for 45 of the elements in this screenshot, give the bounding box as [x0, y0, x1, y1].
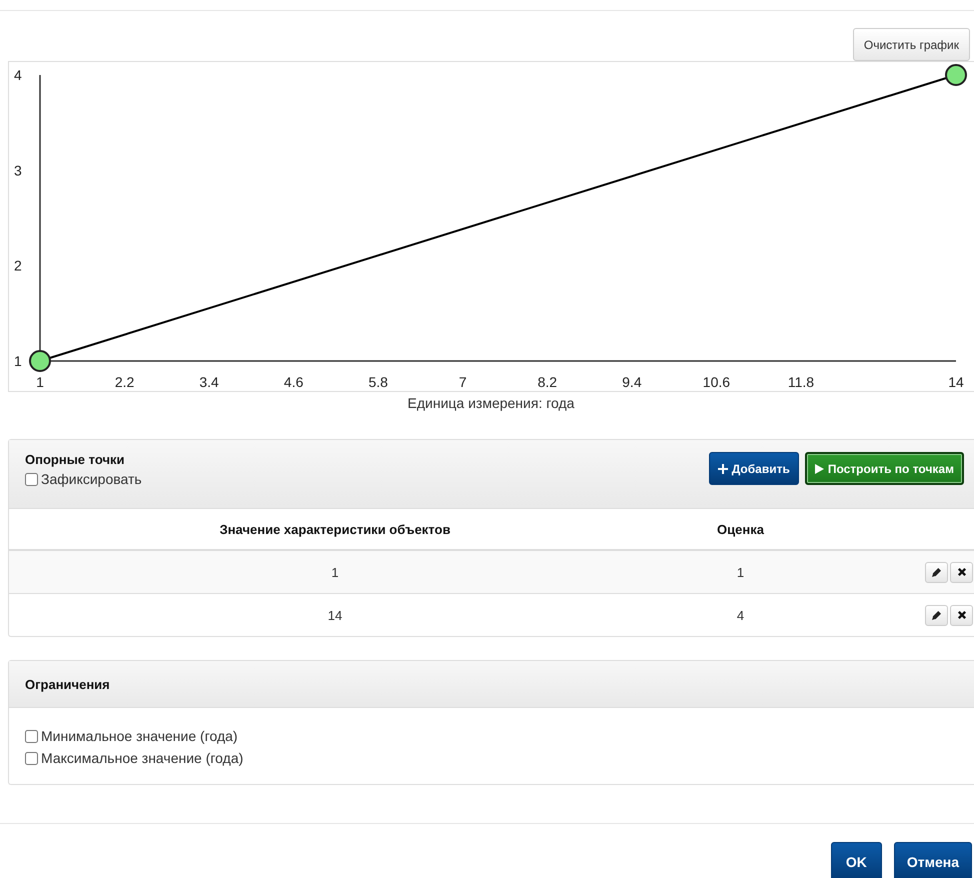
close-icon [958, 568, 966, 576]
cancel-button[interactable]: Отмена [894, 842, 972, 878]
x-tick-label: 7 [458, 374, 467, 390]
y-tick-label: 2 [14, 258, 22, 274]
x-tick-label: 10.6 [702, 374, 730, 390]
checkbox-label: Максимальное значение (года) [41, 750, 244, 766]
add-button[interactable]: Добавить [708, 452, 799, 485]
edit-button[interactable] [925, 604, 948, 626]
table-cell-text: 1 [736, 564, 746, 580]
play-icon [814, 464, 824, 474]
build-button[interactable]: Построить по точкам [804, 452, 964, 485]
x-axis-title: Единица измерения: года [406, 395, 576, 411]
plus-icon [718, 464, 728, 474]
delete-button[interactable] [950, 604, 973, 626]
ok-button[interactable]: OK [830, 842, 882, 878]
edit-button[interactable] [925, 562, 948, 582]
table-cell-text: 4 [736, 608, 746, 622]
checkbox-label: Минимальное значение (года) [41, 728, 238, 744]
limit-checkbox[interactable] [25, 752, 38, 764]
x-tick-label: 2.2 [114, 374, 134, 390]
pencil-icon [932, 610, 941, 620]
table-cell-text: 14 [326, 608, 344, 622]
close-icon [958, 611, 966, 619]
pencil-icon [932, 568, 941, 576]
column-header: Значение характеристики объектов [218, 522, 452, 536]
limit-checkbox[interactable] [25, 730, 38, 742]
x-tick-label: 4.6 [284, 374, 304, 390]
y-tick-label: 3 [14, 162, 22, 178]
delete-button[interactable] [950, 562, 973, 582]
x-tick-label: 3.4 [199, 374, 219, 390]
x-tick-label: 8.2 [538, 374, 558, 390]
panel-title: Опорные точки [25, 452, 126, 467]
panel-title: Ограничения [25, 676, 110, 692]
x-tick-label: 5.8 [368, 374, 388, 390]
fix-checkbox[interactable] [25, 472, 38, 486]
clear-chart-button[interactable]: Очистить график [852, 28, 970, 61]
table-cell-text: 1 [330, 564, 340, 580]
column-header: Оценка [716, 522, 765, 536]
x-tick-label: 9.4 [622, 374, 642, 390]
y-tick-label: 1 [14, 353, 22, 369]
x-tick-label: 1 [36, 374, 44, 390]
checkbox-label: Зафиксировать [41, 471, 142, 487]
x-tick-label: 14 [948, 374, 964, 390]
x-tick-label: 11.8 [788, 374, 814, 390]
y-tick-label: 4 [14, 67, 22, 83]
